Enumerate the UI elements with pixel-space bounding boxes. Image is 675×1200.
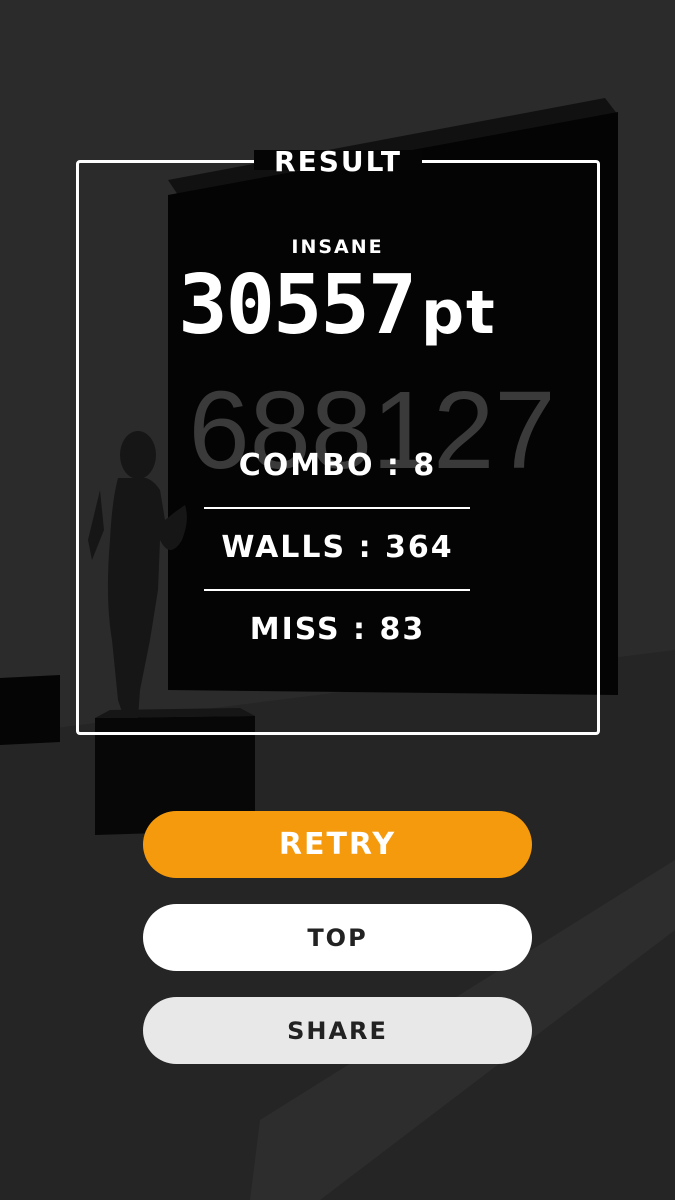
combo-stat: COMBO : 8 — [238, 448, 437, 483]
miss-stat: MISS : 83 — [249, 612, 426, 647]
score-unit: pt — [421, 278, 497, 348]
result-title: RESULT — [274, 145, 402, 178]
score-value: 30557 — [178, 258, 417, 353]
share-button[interactable]: SHARE — [143, 997, 532, 1064]
walls-stat: WALLS : 364 — [221, 530, 454, 565]
score-row: 30557 pt — [0, 258, 675, 353]
retry-button[interactable]: RETRY — [143, 811, 532, 878]
divider — [204, 589, 470, 591]
divider — [204, 507, 470, 509]
block-left — [0, 675, 60, 745]
top-button[interactable]: TOP — [143, 904, 532, 971]
difficulty-label: INSANE — [291, 236, 384, 258]
